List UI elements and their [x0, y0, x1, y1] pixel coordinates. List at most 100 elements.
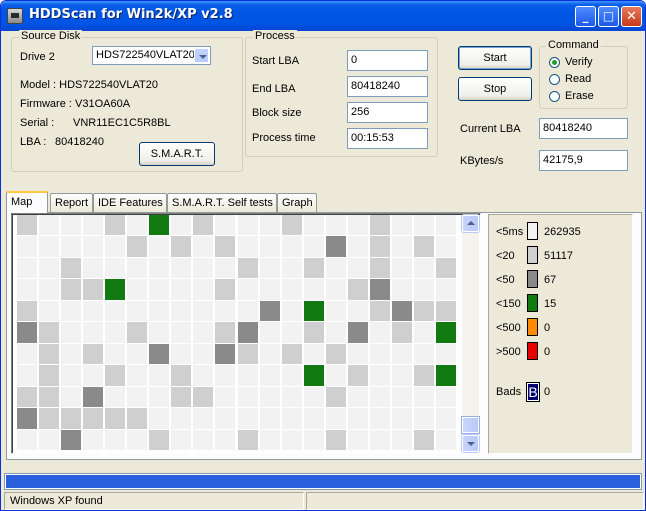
map-block — [193, 343, 214, 365]
map-scrollbar[interactable] — [462, 215, 479, 452]
map-block — [391, 386, 412, 408]
tab-smart-self-tests[interactable]: S.M.A.R.T. Self tests — [167, 193, 277, 212]
erase-label[interactable]: Erase — [565, 90, 594, 103]
legend-count: 15 — [544, 298, 557, 310]
current-lba-field[interactable]: 80418240 — [539, 118, 628, 139]
map-block — [105, 343, 126, 365]
map-block — [61, 215, 82, 236]
map-block — [127, 236, 148, 257]
map-block — [325, 408, 346, 429]
scan-progress-bar — [4, 473, 642, 490]
map-block — [303, 429, 324, 450]
tab-graph[interactable]: Graph — [277, 193, 317, 212]
map-block — [435, 429, 456, 450]
map-block — [237, 257, 258, 279]
map-block — [237, 236, 258, 257]
map-block — [435, 300, 456, 322]
tab-map[interactable]: Map — [6, 191, 48, 213]
map-block — [413, 322, 434, 343]
legend-swatch — [527, 222, 538, 240]
map-block — [149, 386, 170, 408]
map-block — [303, 322, 324, 343]
map-block — [171, 257, 192, 279]
map-block — [39, 429, 60, 450]
block-size-field[interactable]: 256 — [347, 102, 428, 123]
maximize-button[interactable]: □ — [598, 6, 619, 27]
drive-select[interactable]: HDS722540VLAT20 — [92, 46, 211, 65]
legend-label: <500 — [496, 322, 521, 334]
tab-report[interactable]: Report — [50, 193, 93, 212]
verify-label[interactable]: Verify — [565, 56, 593, 69]
kbytes-field[interactable]: 42175,9 — [539, 150, 628, 171]
map-block — [17, 300, 38, 322]
map-block — [17, 386, 38, 408]
map-block — [303, 343, 324, 365]
read-radio[interactable] — [549, 74, 560, 85]
map-block — [17, 279, 38, 300]
map-block — [391, 257, 412, 279]
map-block — [61, 343, 82, 365]
erase-radio[interactable] — [549, 91, 560, 102]
map-block — [369, 343, 390, 365]
map-block — [105, 386, 126, 408]
map-block — [391, 429, 412, 450]
map-block — [347, 279, 368, 300]
bads-label: Bads — [496, 386, 522, 398]
map-block — [171, 322, 192, 343]
chevron-down-icon[interactable] — [194, 48, 209, 63]
map-block — [325, 429, 346, 450]
map-block — [325, 300, 346, 322]
map-block — [17, 429, 38, 450]
map-block — [83, 236, 104, 257]
map-block — [325, 343, 346, 365]
map-block — [127, 279, 148, 300]
main-window: HDDScan for Win2k/XP v2.8 _ □ ✕ Source D… — [0, 0, 646, 511]
map-block — [127, 257, 148, 279]
map-block — [369, 322, 390, 343]
title-bar[interactable]: HDDScan for Win2k/XP v2.8 _ □ ✕ — [1, 1, 645, 31]
window-title: HDDScan for Win2k/XP v2.8 — [29, 7, 233, 22]
kbytes-label: KBytes/s — [460, 155, 504, 167]
start-lba-field[interactable]: 0 — [347, 50, 428, 71]
map-block — [237, 408, 258, 429]
map-block — [105, 365, 126, 386]
map-block — [149, 279, 170, 300]
end-lba-field[interactable]: 80418240 — [347, 76, 428, 97]
scroll-thumb[interactable] — [462, 417, 479, 433]
map-block — [369, 429, 390, 450]
legend-count: 51117 — [544, 250, 573, 262]
map-block — [83, 279, 104, 300]
start-button[interactable]: Start — [458, 46, 532, 70]
firmware-text: Firmware : V31OA60A — [20, 98, 131, 110]
map-block — [149, 236, 170, 257]
verify-radio[interactable] — [549, 57, 560, 68]
process-time-field[interactable]: 00:15:53 — [347, 128, 428, 149]
read-label[interactable]: Read — [565, 73, 591, 86]
map-block — [105, 279, 126, 300]
map-block — [39, 279, 60, 300]
map-block — [347, 322, 368, 343]
map-block — [193, 365, 214, 386]
scroll-up-icon[interactable] — [462, 215, 479, 232]
map-block — [391, 343, 412, 365]
smart-button[interactable]: S.M.A.R.T. — [139, 142, 215, 166]
tab-ide-features[interactable]: IDE Features — [93, 193, 167, 212]
lba-value: 80418240 — [55, 136, 104, 148]
close-button[interactable]: ✕ — [621, 6, 642, 27]
map-block — [83, 429, 104, 450]
map-block — [259, 279, 280, 300]
map-block — [127, 300, 148, 322]
map-block — [281, 408, 302, 429]
map-block — [83, 386, 104, 408]
map-block — [171, 343, 192, 365]
stop-button[interactable]: Stop — [458, 77, 532, 101]
minimize-button[interactable]: _ — [575, 6, 596, 27]
model-text: Model : HDS722540VLAT20 — [20, 79, 158, 91]
map-block — [369, 408, 390, 429]
map-block — [61, 386, 82, 408]
map-block — [347, 408, 368, 429]
map-block — [259, 343, 280, 365]
map-block — [193, 236, 214, 257]
scroll-down-icon[interactable] — [462, 435, 479, 452]
map-block — [369, 257, 390, 279]
